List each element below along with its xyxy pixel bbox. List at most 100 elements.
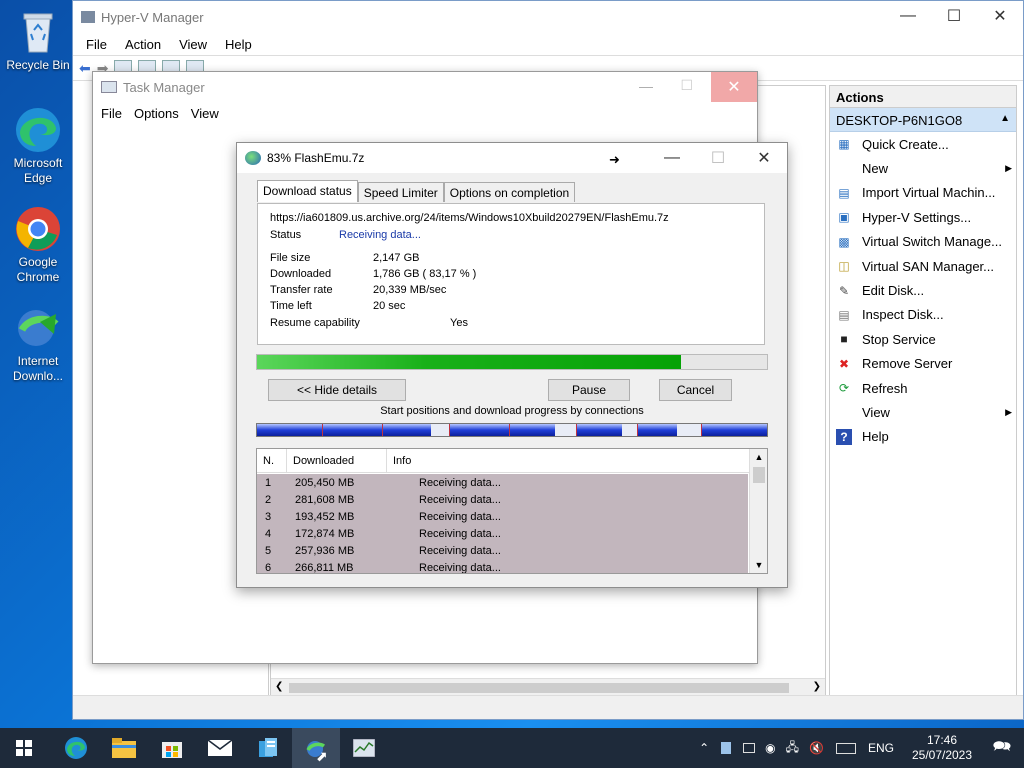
- tab-download-status[interactable]: Download status: [257, 180, 358, 202]
- menu-help[interactable]: Help: [216, 37, 261, 52]
- action-item[interactable]: ▣ Hyper-V Settings...: [830, 205, 1016, 229]
- minimize-to-tray-icon[interactable]: ➜: [609, 152, 620, 168]
- action-item[interactable]: ▩ Virtual Switch Manage...: [830, 230, 1016, 254]
- file-size-label: File size: [270, 252, 311, 264]
- menu-view[interactable]: View: [170, 37, 216, 52]
- close-icon[interactable]: ✕: [741, 143, 787, 173]
- action-item[interactable]: ◫ Virtual SAN Manager...: [830, 254, 1016, 278]
- hyperv-app-icon: [81, 11, 95, 23]
- connection-row[interactable]: 4 172,874 MB Receiving data...: [257, 525, 748, 542]
- connection-row[interactable]: 5 257,936 MB Receiving data...: [257, 542, 748, 559]
- minimize-icon[interactable]: —: [639, 78, 653, 94]
- action-item[interactable]: ▤ Import Virtual Machin...: [830, 181, 1016, 205]
- tray-monitor-icon[interactable]: [743, 743, 756, 753]
- connections-list-header: N. Downloaded Info: [257, 449, 767, 473]
- menu-view[interactable]: View: [185, 106, 225, 121]
- horizontal-scrollbar[interactable]: ❮ ❯: [271, 678, 825, 696]
- connection-downloaded: 193,452 MB: [295, 510, 355, 523]
- task-manager-icon: [353, 739, 375, 757]
- scroll-down-icon[interactable]: ▼: [750, 557, 767, 573]
- idm-icon: [14, 304, 62, 352]
- scroll-up-icon[interactable]: ▲: [750, 449, 767, 465]
- desktop-icon-chrome[interactable]: Google Chrome: [3, 205, 73, 285]
- close-icon[interactable]: ✕: [711, 72, 757, 102]
- connection-segment: [257, 424, 322, 436]
- connection-info: Receiving data...: [419, 561, 501, 574]
- input-language[interactable]: ENG: [868, 741, 894, 755]
- tab-speed-limiter[interactable]: Speed Limiter: [357, 182, 444, 202]
- connection-info: Receiving data...: [419, 527, 501, 540]
- camera-icon[interactable]: ◉: [765, 741, 775, 755]
- action-item[interactable]: ▦ Quick Create...: [830, 132, 1016, 156]
- keyboard-icon[interactable]: [835, 742, 856, 754]
- maximize-icon[interactable]: ☐: [680, 77, 693, 94]
- minimize-icon[interactable]: —: [649, 143, 695, 173]
- tab-options-on-completion[interactable]: Options on completion: [443, 182, 576, 202]
- col-header-info[interactable]: Info: [387, 449, 749, 472]
- taskbar-task-manager[interactable]: [340, 728, 388, 768]
- pause-button[interactable]: Pause: [548, 379, 630, 401]
- start-button[interactable]: [0, 728, 48, 768]
- connection-row[interactable]: 1 205,450 MB Receiving data...: [257, 474, 748, 491]
- taskbar-edge[interactable]: [52, 728, 100, 768]
- scrollbar-thumb[interactable]: [753, 467, 765, 483]
- desktop-icon-edge[interactable]: Microsoft Edge: [3, 106, 73, 186]
- hide-details-button[interactable]: << Hide details: [268, 379, 406, 401]
- taskbar-server-manager[interactable]: [244, 728, 292, 768]
- remove-icon: ✖: [838, 356, 850, 371]
- quick-create-icon: ▦: [838, 137, 850, 152]
- action-item[interactable]: View ▶: [830, 400, 1016, 424]
- action-item[interactable]: ✖ Remove Server: [830, 352, 1016, 376]
- desktop-icon-recycle-bin[interactable]: Recycle Bin: [3, 8, 73, 73]
- action-label: Help: [862, 429, 889, 445]
- action-item[interactable]: ⟳ Refresh: [830, 376, 1016, 400]
- connections-scrollbar[interactable]: ▲ ▼: [749, 449, 767, 573]
- taskbar-mail[interactable]: [196, 728, 244, 768]
- connection-row[interactable]: 6 266,811 MB Receiving data...: [257, 559, 748, 574]
- menu-file[interactable]: File: [77, 37, 116, 52]
- taskbar-idm[interactable]: ⬈: [292, 728, 340, 768]
- chevron-up-icon[interactable]: ⌃: [699, 741, 709, 755]
- menu-options[interactable]: Options: [128, 106, 185, 121]
- notification-icon[interactable]: 🗪: [980, 736, 1024, 761]
- connection-row[interactable]: 3 193,452 MB Receiving data...: [257, 508, 748, 525]
- connection-segment: [382, 424, 431, 436]
- network-icon[interactable]: 🖧: [786, 738, 799, 759]
- maximize-icon[interactable]: ☐: [931, 1, 977, 31]
- edge-icon: [65, 737, 87, 759]
- clock[interactable]: 17:46 25/07/2023: [904, 733, 980, 763]
- close-icon[interactable]: ✕: [977, 1, 1023, 31]
- connections-caption: Start positions and download progress by…: [380, 405, 644, 417]
- vm-tray-icon[interactable]: [721, 742, 732, 754]
- idm-title: 83% FlashEmu.7z: [267, 151, 365, 165]
- desktop-icon-idm[interactable]: Internet Downlo...: [3, 304, 73, 384]
- idm-app-icon: [245, 151, 261, 165]
- connection-row[interactable]: 2 281,608 MB Receiving data...: [257, 491, 748, 508]
- action-item[interactable]: ✎ Edit Disk...: [830, 278, 1016, 302]
- file-size-value: 2,147 GB: [373, 252, 420, 264]
- menu-file[interactable]: File: [95, 106, 128, 121]
- back-arrow-icon[interactable]: ⬅: [79, 60, 91, 77]
- cancel-button[interactable]: Cancel: [659, 379, 732, 401]
- actions-host-group[interactable]: DESKTOP-P6N1GO8 ▲: [830, 108, 1016, 132]
- action-item[interactable]: ▤ Inspect Disk...: [830, 303, 1016, 327]
- taskbar: ⬈ ⌃ ◉ 🖧 🔇 ENG 17:46 25/07/2023 🗪: [0, 728, 1024, 768]
- action-item[interactable]: New ▶: [830, 156, 1016, 180]
- action-item[interactable]: ■ Stop Service: [830, 327, 1016, 351]
- action-label: Hyper-V Settings...: [862, 209, 972, 225]
- inspect-disk-icon: ▤: [838, 307, 850, 322]
- taskbar-file-explorer[interactable]: [100, 728, 148, 768]
- volume-muted-icon[interactable]: 🔇: [809, 741, 824, 755]
- col-header-n[interactable]: N.: [257, 449, 287, 472]
- desktop-icon-label: Google Chrome: [16, 255, 60, 284]
- maximize-icon[interactable]: ☐: [695, 143, 741, 173]
- connection-segment: [449, 424, 509, 436]
- action-item[interactable]: ? Help: [830, 425, 1016, 449]
- taskbar-store[interactable]: [148, 728, 196, 768]
- col-header-downloaded[interactable]: Downloaded: [287, 449, 387, 472]
- connection-info: Receiving data...: [419, 544, 501, 557]
- collapse-icon[interactable]: ▲: [1000, 113, 1010, 126]
- minimize-icon[interactable]: —: [885, 1, 931, 31]
- connection-downloaded: 172,874 MB: [295, 527, 355, 540]
- menu-action[interactable]: Action: [116, 37, 170, 52]
